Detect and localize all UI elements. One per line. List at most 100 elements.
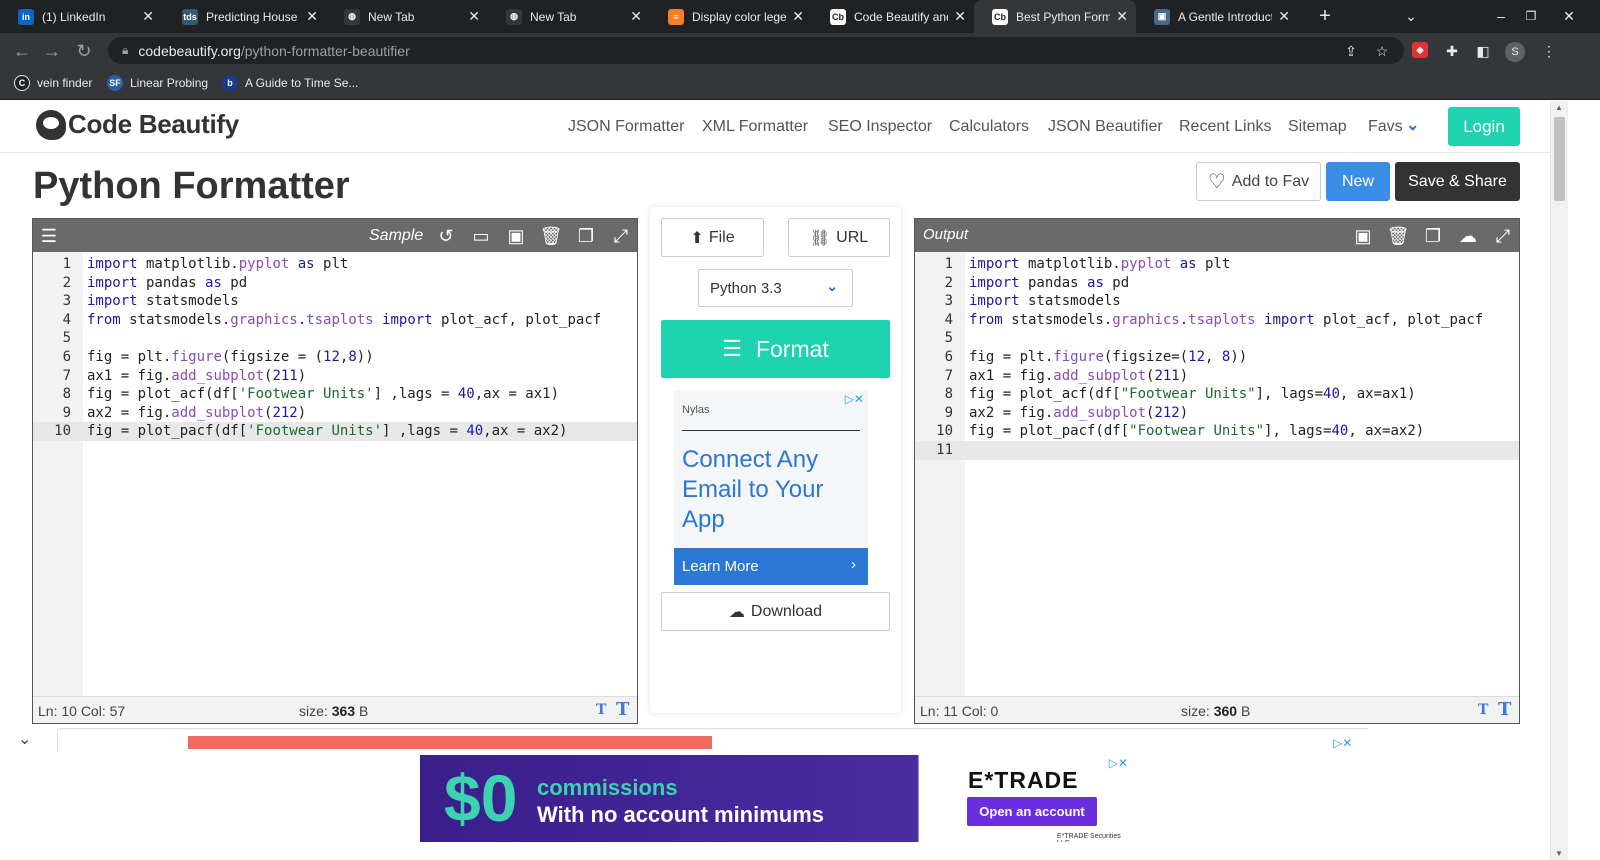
etrade-ad[interactable]: ▷✕ $0 commissions With no account minimu… xyxy=(420,755,1132,842)
add-to-fav-button[interactable]: ♡ Add to Fav xyxy=(1196,162,1321,201)
browser-tab[interactable]: ≡ Display color legen ✕ xyxy=(650,0,812,33)
scroll-up-icon[interactable]: ▲ xyxy=(1555,103,1563,112)
nav-link[interactable]: SEO Inspector xyxy=(828,118,932,136)
code-line[interactable]: 2 import pandas as pd xyxy=(915,274,1519,293)
close-window-icon[interactable]: ✕ xyxy=(1560,7,1578,25)
nav-link[interactable]: Sitemap xyxy=(1288,118,1347,136)
input-code-area[interactable]: 1 import matplotlib.pyplot as plt 2 import … xyxy=(33,255,637,441)
browser-tab[interactable]: Cb Code Beautify and ✕ xyxy=(812,0,974,33)
browser-tab[interactable]: ◍ New Tab ✕ xyxy=(326,0,488,33)
adchoices-icon[interactable]: ▷✕ xyxy=(1333,736,1352,750)
browser-tab[interactable]: ▣ A Gentle Introducti ✕ xyxy=(1136,0,1298,33)
restore-icon[interactable]: ❐ xyxy=(1522,7,1540,25)
reload-icon[interactable]: ↻ xyxy=(72,39,96,63)
indent-icon[interactable]: ☰ xyxy=(37,224,61,248)
bookmark-item[interactable]: SF Linear Probing xyxy=(107,75,208,91)
save-icon[interactable]: ▣ xyxy=(1351,224,1375,248)
copy-icon[interactable]: ❐ xyxy=(574,224,598,248)
tab-close-icon[interactable]: ✕ xyxy=(1116,8,1128,25)
nylas-ad[interactable]: ▷✕ Nylas Connect Any Email to Your App L… xyxy=(674,390,868,585)
cloud-download-icon[interactable]: ☁ xyxy=(1456,224,1480,248)
code-line[interactable]: 2 import pandas as pd xyxy=(33,274,637,293)
menu-kebab-icon[interactable]: ⋮ xyxy=(1540,42,1558,60)
nav-link[interactable]: Calculators xyxy=(949,118,1029,136)
share-icon[interactable]: ⇪ xyxy=(1342,42,1360,60)
bookmark-item[interactable]: Cvein finder xyxy=(14,75,92,91)
font-larger-icon[interactable]: T xyxy=(1498,699,1511,720)
tab-close-icon[interactable]: ✕ xyxy=(468,8,480,25)
code-line[interactable]: 9 ax2 = fig.add_subplot(212) xyxy=(33,404,637,423)
minimize-icon[interactable]: – xyxy=(1492,7,1510,25)
tab-close-icon[interactable]: ✕ xyxy=(792,8,804,25)
new-button[interactable]: New xyxy=(1326,162,1390,201)
nav-link[interactable]: Recent Links xyxy=(1179,118,1272,136)
font-larger-icon[interactable]: T xyxy=(616,699,629,720)
python-version-select[interactable]: Python 3.3 ⌄ xyxy=(698,269,853,307)
code-line[interactable]: 3 import statsmodels xyxy=(33,292,637,311)
browser-tab[interactable]: ◍ New Tab ✕ xyxy=(488,0,650,33)
output-code-area[interactable]: 1 import matplotlib.pyplot as plt 2 import … xyxy=(915,255,1519,460)
download-button[interactable]: ☁ Download xyxy=(661,592,890,631)
save-icon[interactable]: ▣ xyxy=(504,224,528,248)
bookmark-star-icon[interactable]: ☆ xyxy=(1373,42,1391,60)
fullscreen-icon[interactable]: ⤢ xyxy=(609,224,633,248)
code-line[interactable]: 6 fig = plt.figure(figsize = (12,8)) xyxy=(33,348,637,367)
code-line[interactable]: 8 fig = plot_acf(df['Footwear Units'] ,la… xyxy=(33,385,637,404)
code-line[interactable]: 7 ax1 = fig.add_subplot(211) xyxy=(33,367,637,386)
adchoices-icon[interactable]: ▷✕ xyxy=(845,392,864,406)
nav-link[interactable]: XML Formatter xyxy=(702,118,808,136)
code-line[interactable]: 4 from statsmodels.graphics.tsaplots impo… xyxy=(33,311,637,330)
format-button[interactable]: ☰ Format xyxy=(661,320,890,378)
profile-avatar[interactable]: S xyxy=(1505,42,1525,62)
new-tab-icon[interactable]: + xyxy=(1316,5,1334,27)
login-button[interactable]: Login xyxy=(1448,107,1520,146)
browser-tab[interactable]: tds Predicting House P ✕ xyxy=(164,0,326,33)
adchoices-icon[interactable]: ▷✕ xyxy=(1109,756,1128,770)
scroll-down-icon[interactable]: ▼ xyxy=(1555,849,1563,858)
code-line[interactable]: 9 ax2 = fig.add_subplot(212) xyxy=(915,404,1519,423)
forward-icon[interactable]: → xyxy=(40,39,64,63)
code-line[interactable]: 11 xyxy=(915,440,1519,460)
fullscreen-icon[interactable]: ⤢ xyxy=(1491,224,1515,248)
open-account-button[interactable]: Open an account xyxy=(967,797,1097,826)
file-button[interactable]: ⬆ File xyxy=(661,218,764,257)
delete-icon[interactable]: 🗑︎ xyxy=(539,224,563,248)
browser-tab[interactable]: in (1) LinkedIn ✕ xyxy=(0,0,162,33)
output-editor[interactable]: Output ▣ 🗑︎ ❐ ☁ ⤢ 1 import matplotlib.pyp… xyxy=(914,218,1520,724)
open-folder-icon[interactable]: ▭ xyxy=(469,224,493,248)
tab-close-icon[interactable]: ✕ xyxy=(1278,8,1290,25)
bookmark-item[interactable]: b A Guide to Time Se... xyxy=(222,75,358,91)
code-line[interactable]: 1 import matplotlib.pyplot as plt xyxy=(915,255,1519,274)
code-line[interactable]: 10 fig = plot_pacf(df["Footwear Units"], … xyxy=(915,422,1519,441)
code-line[interactable]: 6 fig = plt.figure(figsize=(12, 8)) xyxy=(915,348,1519,367)
site-logo[interactable]: Code Beautify xyxy=(36,109,239,140)
browser-tab[interactable]: Cb Best Python Forma ✕ xyxy=(974,0,1136,33)
nav-link[interactable]: Favs xyxy=(1368,118,1403,136)
tab-close-icon[interactable]: ✕ xyxy=(630,8,642,25)
extensions-puzzle-icon[interactable]: ✚ xyxy=(1443,42,1461,60)
page-scrollbar[interactable]: ▲ ▼ xyxy=(1550,101,1568,860)
input-editor[interactable]: ☰ Sample ↺ ▭ ▣ 🗑︎ ❐ ⤢ 1 import matplotlib… xyxy=(32,218,638,724)
font-smaller-icon[interactable]: T xyxy=(596,702,606,718)
code-line[interactable]: 10 fig = plot_pacf(df['Footwear Units'] ,… xyxy=(33,422,637,441)
copy-icon[interactable]: ❐ xyxy=(1421,224,1445,248)
code-line[interactable]: 5 xyxy=(33,329,637,348)
nav-link[interactable]: JSON Formatter xyxy=(568,118,684,136)
code-line[interactable]: 5 xyxy=(915,329,1519,348)
font-smaller-icon[interactable]: T xyxy=(1478,702,1488,718)
nav-link[interactable]: JSON Beautifier xyxy=(1048,118,1163,136)
history-icon[interactable]: ↺ xyxy=(434,224,458,248)
side-panel-icon[interactable]: ◧ xyxy=(1474,42,1492,60)
url-input[interactable]: 🔒︎ codebeautify.org/python-formatter-bea… xyxy=(108,37,1404,64)
code-line[interactable]: 7 ax1 = fig.add_subplot(211) xyxy=(915,367,1519,386)
tab-close-icon[interactable]: ✕ xyxy=(142,8,154,25)
favs-chevron-icon[interactable]: ⌄ xyxy=(1406,115,1419,135)
tab-close-icon[interactable]: ✕ xyxy=(954,8,966,25)
back-icon[interactable]: ← xyxy=(10,39,34,63)
extension-shield-icon[interactable]: ◆ xyxy=(1412,42,1428,58)
tab-search-icon[interactable]: ⌄ xyxy=(1402,7,1420,25)
url-button[interactable]: ⛓ URL xyxy=(788,218,890,257)
code-line[interactable]: 8 fig = plot_acf(df["Footwear Units"], la… xyxy=(915,385,1519,404)
save-share-button[interactable]: Save & Share xyxy=(1395,162,1520,201)
scroll-thumb[interactable] xyxy=(1554,117,1565,201)
